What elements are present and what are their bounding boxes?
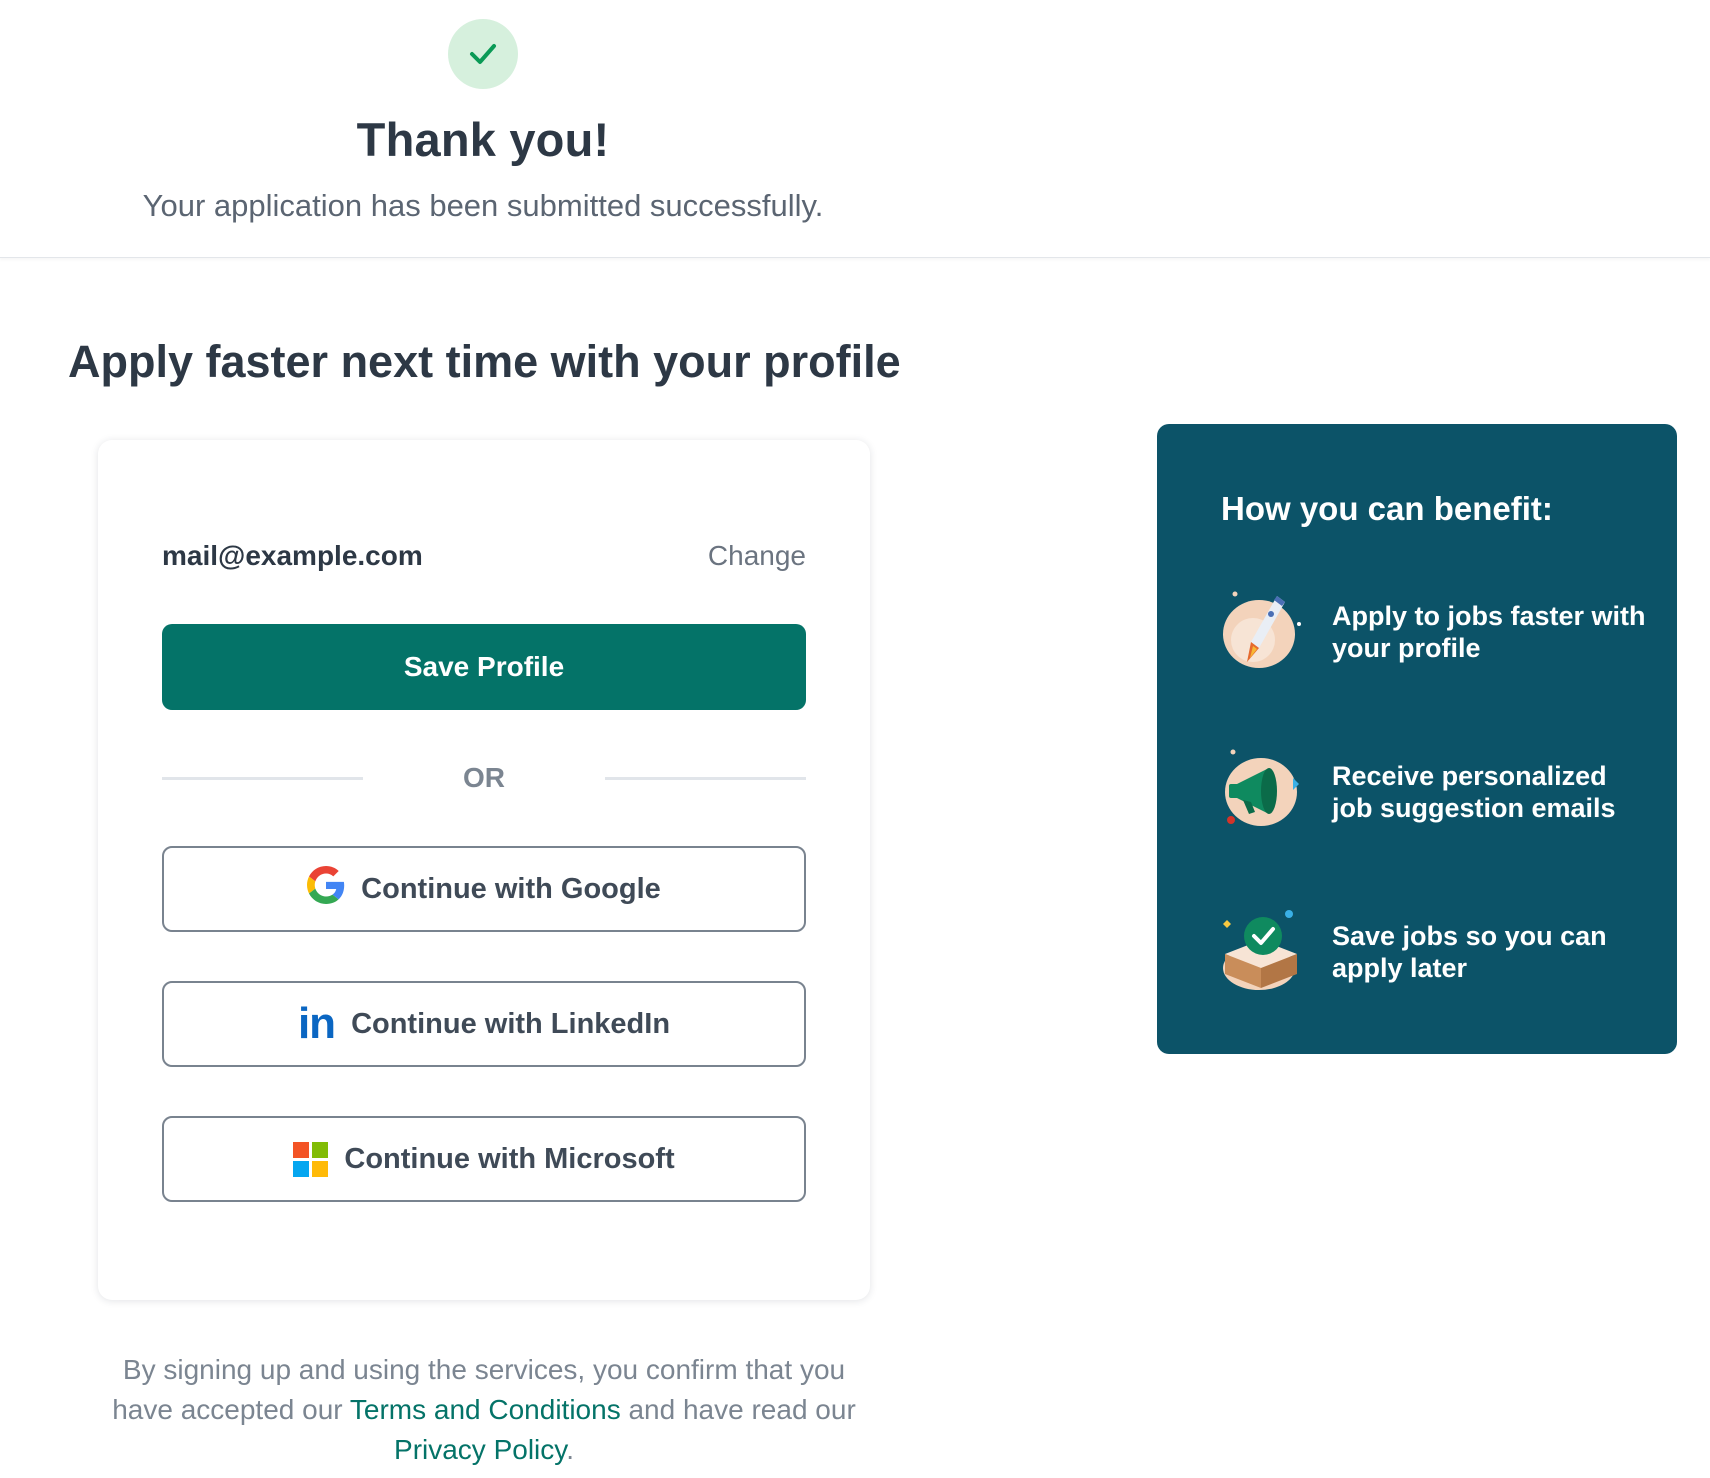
benefits-panel: How you can benefit: Apply to jobs faste… (1157, 424, 1677, 1054)
benefit-text: Save jobs so you can apply later (1332, 921, 1607, 983)
confirmation-title: Thank you! (356, 113, 610, 166)
benefit-item: Save jobs so you can apply later (1219, 908, 1649, 998)
microsoft-button-label: Continue with Microsoft (344, 1142, 675, 1175)
megaphone-icon (1219, 748, 1305, 834)
microsoft-icon (293, 1141, 329, 1177)
google-button-label: Continue with Google (361, 872, 661, 905)
benefit-text: Apply to jobs faster with your profile (1332, 601, 1646, 663)
continue-with-google-button[interactable]: Continue with Google (162, 846, 806, 932)
linkedin-button-label: Continue with LinkedIn (351, 1007, 671, 1040)
save-profile-button[interactable]: Save Profile (162, 624, 806, 710)
change-email-link[interactable]: Change (708, 540, 806, 572)
email-address: mail@example.com (162, 540, 423, 571)
privacy-link[interactable]: Privacy Policy (394, 1434, 566, 1465)
confirmation-banner: Thank you! Your application has been sub… (0, 0, 1710, 258)
benefit-item: Receive personalized job suggestion emai… (1219, 748, 1649, 838)
divider-line-right (605, 777, 806, 780)
terms-link[interactable]: Terms and Conditions (350, 1394, 621, 1425)
linkedin-icon: in (297, 999, 336, 1048)
rocket-icon (1219, 588, 1305, 674)
legal-notice: By signing up and using the services, yo… (98, 1350, 870, 1470)
success-check-icon (448, 19, 518, 89)
benefit-text: Receive personalized job suggestion emai… (1332, 761, 1616, 823)
saved-box-icon (1219, 908, 1305, 994)
google-icon (307, 866, 345, 912)
continue-with-linkedin-button[interactable]: in Continue with LinkedIn (162, 981, 806, 1067)
or-divider: OR (162, 758, 806, 798)
profile-heading: Apply faster next time with your profile (68, 336, 901, 387)
benefit-item: Apply to jobs faster with your profile (1219, 588, 1649, 678)
confirmation-subtitle: Your application has been submitted succ… (142, 188, 824, 223)
legal-text-3: . (566, 1434, 574, 1465)
signup-card: mail@example.com Change Save Profile OR … (98, 440, 870, 1300)
email-row: mail@example.com Change (162, 540, 806, 572)
benefits-title: How you can benefit: (1221, 490, 1553, 527)
continue-with-microsoft-button[interactable]: Continue with Microsoft (162, 1116, 806, 1202)
legal-text-2: and have read our (620, 1394, 856, 1425)
